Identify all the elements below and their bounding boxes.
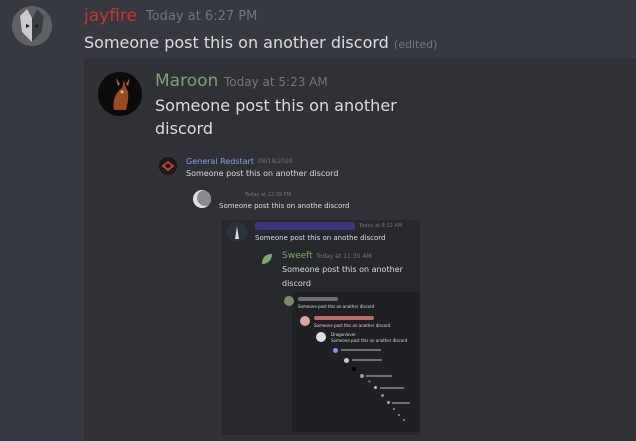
message-text: Someone post this on another discord <box>314 323 391 328</box>
nested-message-tiny-line <box>366 375 392 377</box>
avatar[interactable] <box>227 222 247 242</box>
timestamp: Today at 5:23 AM <box>224 75 328 89</box>
avatar[interactable] <box>98 72 142 116</box>
nested-message-tiny-line <box>380 387 404 389</box>
moon-avatar-icon <box>193 190 211 208</box>
message-content: Someone post this on another discord (ed… <box>84 33 437 52</box>
timestamp: Today at 8:32 AM <box>359 223 403 229</box>
nested-message-tiny <box>360 374 364 378</box>
nested-message-tiny-line <box>352 359 382 361</box>
nested-message-tiny <box>368 380 371 383</box>
author-name[interactable]: Dragonlover <box>331 332 356 337</box>
author-name-blurred[interactable] <box>314 316 374 320</box>
nested-message-tiny <box>374 386 377 389</box>
author-name-redacted[interactable] <box>255 222 355 230</box>
author-name[interactable]: Maroon <box>155 71 218 91</box>
avatar[interactable] <box>12 6 52 46</box>
avatar[interactable] <box>284 296 294 306</box>
nested-message-tiny <box>393 408 395 410</box>
message-text: Someone post this on anothe discord <box>219 202 350 210</box>
author-name-blurred[interactable] <box>298 297 338 301</box>
message-text-line1: Someone post this on another <box>282 265 403 274</box>
author-name[interactable]: General Redstart <box>186 157 254 166</box>
author-name[interactable]: Sweeft <box>282 251 313 261</box>
message-text: Someone post this on another discord <box>186 169 339 178</box>
nested-message-tiny <box>398 414 400 416</box>
message-text: Someone post this on anothe discord <box>255 234 386 242</box>
figure-avatar-icon <box>227 222 247 242</box>
wolf-avatar-icon <box>12 6 52 46</box>
message-text: Someone post this on another discord <box>331 338 408 343</box>
timestamp: 08/18/2020 <box>258 158 293 165</box>
nested-message-tiny <box>403 419 405 421</box>
timestamp: Today at 11:30 AM <box>316 253 372 260</box>
nested-message-tiny-line <box>392 402 410 404</box>
nested-message-tiny <box>381 394 384 397</box>
nested-message-tiny-line <box>341 349 381 351</box>
avatar[interactable] <box>260 251 274 265</box>
nested-message-tiny <box>333 348 338 353</box>
timestamp: Today at 12:39 PM <box>245 192 291 198</box>
nested-message-tiny <box>352 367 356 371</box>
message-text: Someone post this on another discord <box>84 33 389 52</box>
avatar[interactable] <box>300 316 310 326</box>
timestamp: Today at 6:27 PM <box>146 9 258 24</box>
avatar[interactable] <box>159 157 177 175</box>
message-text-line2: discord <box>155 119 213 138</box>
nested-embed-darker <box>292 292 420 432</box>
dragon-avatar-icon <box>98 72 142 116</box>
nested-message-tiny <box>344 358 349 363</box>
avatar[interactable] <box>193 190 211 208</box>
message-text: Someone post this on another discord <box>298 304 375 309</box>
message-text-line2: discord <box>282 279 311 288</box>
leaf-avatar-icon <box>262 254 272 264</box>
avatar[interactable] <box>316 332 326 342</box>
author-name[interactable]: jayfire <box>84 6 137 26</box>
edited-label: (edited) <box>393 38 438 51</box>
message-text-line1: Someone post this on another <box>155 96 397 115</box>
redstart-avatar-icon <box>159 157 177 175</box>
nested-message-tiny <box>387 401 390 404</box>
